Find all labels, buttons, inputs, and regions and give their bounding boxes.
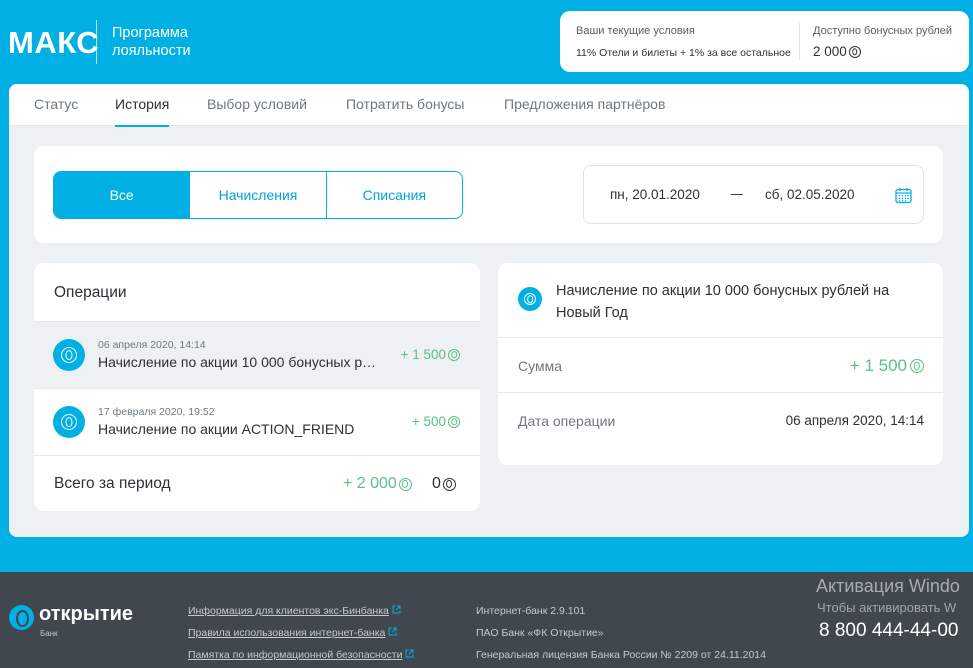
operation-amount-value: + 500 <box>411 414 446 429</box>
program-title: Программа лояльности <box>112 24 191 60</box>
operations-title: Операции <box>54 284 127 301</box>
period-total-label: Всего за период <box>54 475 171 492</box>
bank-brand-subtitle: Банк <box>40 629 58 638</box>
footer: открытие Банк Информация для клиентов эк… <box>0 572 973 668</box>
operations-card: Операции 06 апреля 2020, 14:14 Начислени… <box>34 263 480 511</box>
operation-amount: + 500 <box>412 414 460 429</box>
operation-date: 06 апреля 2020, 14:14 <box>98 339 206 351</box>
program-title-line-2: лояльности <box>112 43 191 59</box>
detail-date-label: Дата операции <box>518 413 616 429</box>
available-bonus-value: 2 000 <box>813 44 861 59</box>
filter-all-button[interactable]: Все <box>54 172 191 218</box>
max-logo[interactable]: МАКС <box>8 25 99 61</box>
bonus-operation-icon <box>53 406 85 438</box>
main-panel: Статус История Выбор условий Потратить б… <box>9 84 969 537</box>
tab-bar: Статус История Выбор условий Потратить б… <box>9 84 969 127</box>
operation-row[interactable]: 17 февраля 2020, 19:52 Начисление по акц… <box>34 388 480 455</box>
operation-row[interactable]: 06 апреля 2020, 14:14 Начисление по акци… <box>34 321 480 388</box>
filter-accruals-button[interactable]: Начисления <box>190 172 327 218</box>
bonus-coin-icon <box>910 359 924 373</box>
period-total-row: Всего за период + 2 000 0 <box>34 455 480 511</box>
bonus-coin-icon <box>398 477 412 491</box>
tab-choose-conditions[interactable]: Выбор условий <box>207 96 307 112</box>
operation-detail-card: Начисление по акции 10 000 бонусных рубл… <box>498 263 943 465</box>
conditions-value: 11% Отели и билеты + 1% за все остальное <box>576 47 791 59</box>
bank-brand-name[interactable]: открытие <box>39 603 133 626</box>
footer-link-label[interactable]: Информация для клиентов экс-Бинбанка <box>188 605 389 617</box>
tab-history[interactable]: История <box>115 96 170 127</box>
footer-link-security-memo[interactable]: Памятка по информационной безопасности <box>188 649 414 661</box>
bonus-coin-icon <box>524 293 536 305</box>
external-link-icon <box>392 605 401 614</box>
operation-description: Начисление по акции ACTION_FRIEND <box>98 421 355 437</box>
footer-link-binbank-info[interactable]: Информация для клиентов экс-Бинбанка <box>188 605 401 617</box>
footer-link-internet-bank-rules[interactable]: Правила использования интернет-банка <box>188 627 397 639</box>
conditions-divider <box>799 23 800 60</box>
bonus-coin-icon <box>61 347 77 363</box>
detail-date-row: Дата операции 06 апреля 2020, 14:14 <box>498 392 943 465</box>
bonus-coin-icon <box>442 477 456 491</box>
date-to[interactable]: сб, 02.05.2020 <box>765 187 855 202</box>
tab-status[interactable]: Статус <box>34 96 78 112</box>
bonus-coin-icon <box>448 415 460 428</box>
bank-license: Генеральная лицензия Банка России № 2209… <box>476 649 766 661</box>
detail-sum-value: + 1 500 <box>849 356 907 375</box>
external-link-icon <box>405 649 414 658</box>
detail-sum-label: Сумма <box>518 358 562 374</box>
date-from[interactable]: пн, 20.01.2020 <box>610 187 700 202</box>
footer-link-label[interactable]: Правила использования интернет-банка <box>188 627 385 639</box>
bonus-operation-icon <box>53 339 85 371</box>
tab-spend-bonuses[interactable]: Потратить бонусы <box>346 96 465 112</box>
support-phone[interactable]: 8 800 444-44-00 <box>819 620 958 642</box>
operation-detail-title: Начисление по акции 10 000 бонусных рубл… <box>556 283 890 321</box>
detail-date-value: 06 апреля 2020, 14:14 <box>785 413 924 428</box>
bonus-coin-icon <box>848 45 861 58</box>
calendar-icon[interactable] <box>895 187 912 204</box>
date-separator: — <box>730 186 744 202</box>
otkritie-logo-icon <box>9 605 34 630</box>
period-total-accrued-value: + 2 000 <box>343 475 397 492</box>
external-link-icon <box>388 627 397 636</box>
conditions-label: Ваши текущие условия <box>576 25 695 37</box>
windows-activation-subtitle: Чтобы активировать W <box>817 600 957 615</box>
program-title-line-1: Программа <box>112 25 188 41</box>
operation-type-filter: Все Начисления Списания <box>53 171 463 219</box>
operation-amount: + 1 500 <box>401 347 460 362</box>
logo-divider <box>96 20 97 64</box>
tab-partner-offers[interactable]: Предложения партнёров <box>504 96 665 112</box>
operation-date: 17 февраля 2020, 19:52 <box>98 406 215 418</box>
bonus-coin-icon <box>61 414 77 430</box>
available-bonus-amount: 2 000 <box>813 44 847 59</box>
date-range-picker[interactable]: пн, 20.01.2020 — сб, 02.05.2020 <box>583 165 924 224</box>
period-total-spent-value: 0 <box>432 475 441 492</box>
detail-sum-row: Сумма + 1 500 <box>498 337 943 392</box>
bonus-operation-icon <box>518 287 542 311</box>
windows-activation-title: Активация Windo <box>816 576 960 596</box>
filter-card: Все Начисления Списания пн, 20.01.2020 —… <box>34 146 943 243</box>
filter-debits-button[interactable]: Списания <box>327 172 462 218</box>
bonus-coin-icon <box>448 348 460 361</box>
bank-legal-name: ПАО Банк «ФК Открытие» <box>476 627 604 639</box>
available-bonus-label: Доступно бонусных рублей <box>813 25 953 37</box>
operation-description: Начисление по акции 10 000 бонусных рубл… <box>98 354 380 370</box>
operation-amount-value: + 1 500 <box>400 347 446 362</box>
period-total-accrued: + 2 000 <box>343 475 412 493</box>
current-conditions-card: Ваши текущие условия 11% Отели и билеты … <box>560 11 969 72</box>
footer-link-label[interactable]: Памятка по информационной безопасности <box>188 649 402 661</box>
detail-sum-amount: + 1 500 <box>850 356 924 376</box>
internet-bank-version: Интернет-банк 2.9.101 <box>476 605 586 617</box>
period-total-spent: 0 <box>432 475 456 493</box>
